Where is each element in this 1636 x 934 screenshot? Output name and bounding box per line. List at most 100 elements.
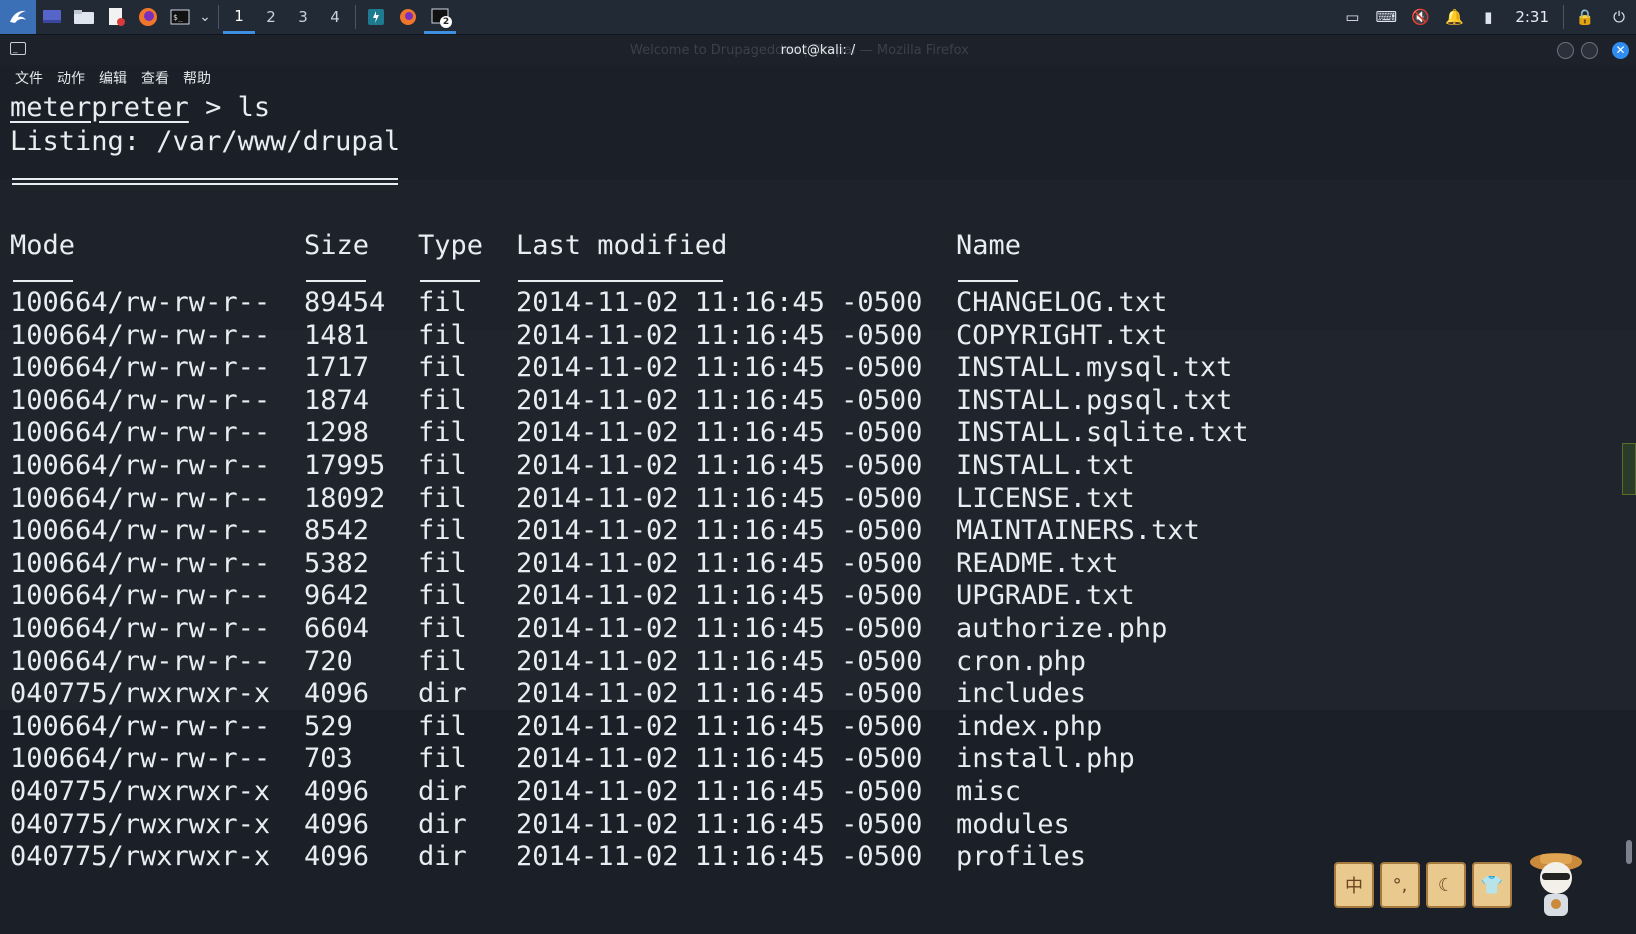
menu-edit[interactable]: 编辑 (92, 68, 134, 88)
cell-type: dir (418, 841, 467, 873)
cell-size: 4096 (304, 808, 370, 840)
window-title: root@kali: / (780, 43, 856, 58)
header-size: Size (304, 230, 370, 261)
power-icon: ⏻ (1613, 8, 1625, 26)
text-editor-button[interactable] (100, 0, 132, 34)
cell-name: cron.php (956, 645, 1087, 677)
keyboard-tray-button[interactable]: ⌨ (1369, 0, 1403, 34)
close-icon: ✕ (1615, 43, 1626, 57)
cell-type: dir (418, 678, 467, 710)
cell-name: CHANGELOG.txt (956, 287, 1168, 318)
cell-mode: 100664/rw-rw-r-- (10, 450, 271, 481)
cell-last-modified: 2014-11-02 11:16:45 -0500 (516, 776, 923, 807)
cell-name: INSTALL.sqlite.txt (956, 417, 1249, 449)
cell-type: fil (418, 352, 467, 384)
task-burp-button[interactable] (360, 0, 392, 34)
cell-name: UPGRADE.txt (956, 580, 1135, 612)
notifications-tray-button[interactable]: 🔔 (1437, 0, 1471, 34)
burp-icon (368, 9, 384, 25)
workspace-4[interactable]: 4 (319, 0, 351, 34)
header-name: Name (956, 230, 1022, 261)
close-button[interactable]: ✕ (1612, 42, 1629, 59)
menu-file[interactable]: 文件 (8, 68, 50, 88)
lock-screen-button[interactable]: 🔒 (1568, 0, 1602, 34)
cell-type: fil (418, 580, 467, 612)
cell-size: 4096 (304, 776, 370, 807)
cell-type: fil (418, 710, 467, 742)
cell-mode: 100664/rw-rw-r-- (10, 743, 271, 775)
input-method-tile[interactable]: 中 (1334, 862, 1374, 908)
kali-dragon-icon (10, 10, 26, 23)
skin-tile[interactable]: 👕 (1472, 862, 1512, 908)
taskbar-separator (218, 5, 219, 29)
kali-menu-button[interactable] (0, 0, 36, 34)
cell-type: fil (418, 384, 467, 416)
launcher-dropdown-button[interactable]: ⌄ (196, 0, 214, 34)
cell-mode: 040775/rwxrwxr-x (10, 678, 271, 710)
cell-name: COPYRIGHT.txt (956, 319, 1168, 351)
cell-type: fil (418, 319, 467, 351)
minimize-button[interactable] (1557, 42, 1574, 59)
cell-name: authorize.php (956, 613, 1168, 644)
display-tray-button[interactable]: ▭ (1335, 0, 1369, 34)
cell-mode: 040775/rwxrwxr-x (10, 776, 271, 807)
menu-actions[interactable]: 动作 (50, 68, 92, 88)
cell-name: LICENSE.txt (956, 482, 1135, 514)
header-mode: Mode (10, 230, 76, 261)
cell-last-modified: 2014-11-02 11:16:45 -0500 (516, 352, 923, 384)
meterpreter-prompt: meterpreter (10, 92, 189, 123)
volume-tray-button[interactable]: 🔇 (1403, 0, 1437, 34)
monitor-icon: ▭ (1345, 8, 1360, 26)
menu-help[interactable]: 帮助 (176, 68, 218, 88)
bell-icon: 🔔 (1444, 8, 1464, 26)
side-indicator (1622, 443, 1636, 495)
listing-path: Listing: /var/www/drupal (10, 126, 401, 157)
firefox-icon (139, 8, 157, 26)
task-terminal-button[interactable]: 2 (424, 0, 456, 34)
punctuation-tile[interactable]: °, (1380, 862, 1420, 908)
cell-type: fil (418, 613, 467, 644)
floating-widget: 中 °, ☾ 👕 (1334, 862, 1512, 908)
cell-last-modified: 2014-11-02 11:16:45 -0500 (516, 450, 923, 481)
header-type: Type (418, 230, 484, 261)
cell-size: 720 (304, 645, 353, 677)
workspace-2[interactable]: 2 (255, 0, 287, 34)
cell-size: 4096 (304, 841, 370, 873)
task-firefox-button[interactable] (392, 0, 424, 34)
cell-name: modules (956, 808, 1070, 840)
clock[interactable]: 2:31 (1505, 8, 1559, 26)
terminal-icon: $_ (170, 9, 190, 25)
header-underline (518, 280, 723, 282)
file-manager-button[interactable] (68, 0, 100, 34)
header-underline (420, 280, 480, 282)
listing-underline (12, 178, 398, 185)
cell-size: 89454 (304, 287, 386, 318)
maximize-button[interactable] (1581, 42, 1598, 59)
cell-size: 6604 (304, 613, 370, 644)
firefox-button[interactable] (132, 0, 164, 34)
cell-size: 1717 (304, 352, 370, 384)
cell-mode: 100664/rw-rw-r-- (10, 580, 271, 612)
cell-last-modified: 2014-11-02 11:16:45 -0500 (516, 613, 923, 644)
show-desktop-button[interactable] (36, 0, 68, 34)
keyboard-icon: ⌨ (1375, 8, 1398, 26)
workspace-3[interactable]: 3 (287, 0, 319, 34)
mascot-icon[interactable] (1526, 848, 1586, 920)
logout-button[interactable]: ⏻ (1602, 0, 1636, 34)
chevron-down-icon: ⌄ (199, 9, 211, 25)
workspace-1[interactable]: 1 (223, 0, 255, 34)
cell-last-modified: 2014-11-02 11:16:45 -0500 (516, 678, 923, 710)
taskbar-separator (1563, 5, 1564, 29)
cell-last-modified: 2014-11-02 11:16:45 -0500 (516, 515, 923, 547)
menu-view[interactable]: 查看 (134, 68, 176, 88)
terminal-launcher-button[interactable]: $_ (164, 0, 196, 34)
cell-size: 9642 (304, 580, 370, 612)
window-titlebar[interactable]: _ Welcome to Drupageddon | Drupal — Mozi… (0, 35, 1636, 65)
desktop-icon (43, 10, 61, 23)
moon-tile[interactable]: ☾ (1426, 862, 1466, 908)
cell-last-modified: 2014-11-02 11:16:45 -0500 (516, 808, 923, 840)
cell-mode: 040775/rwxrwxr-x (10, 808, 271, 840)
cell-last-modified: 2014-11-02 11:16:45 -0500 (516, 710, 923, 742)
battery-tray-button[interactable]: ▮ (1471, 0, 1505, 34)
terminal-scrollbar[interactable] (1626, 840, 1632, 864)
